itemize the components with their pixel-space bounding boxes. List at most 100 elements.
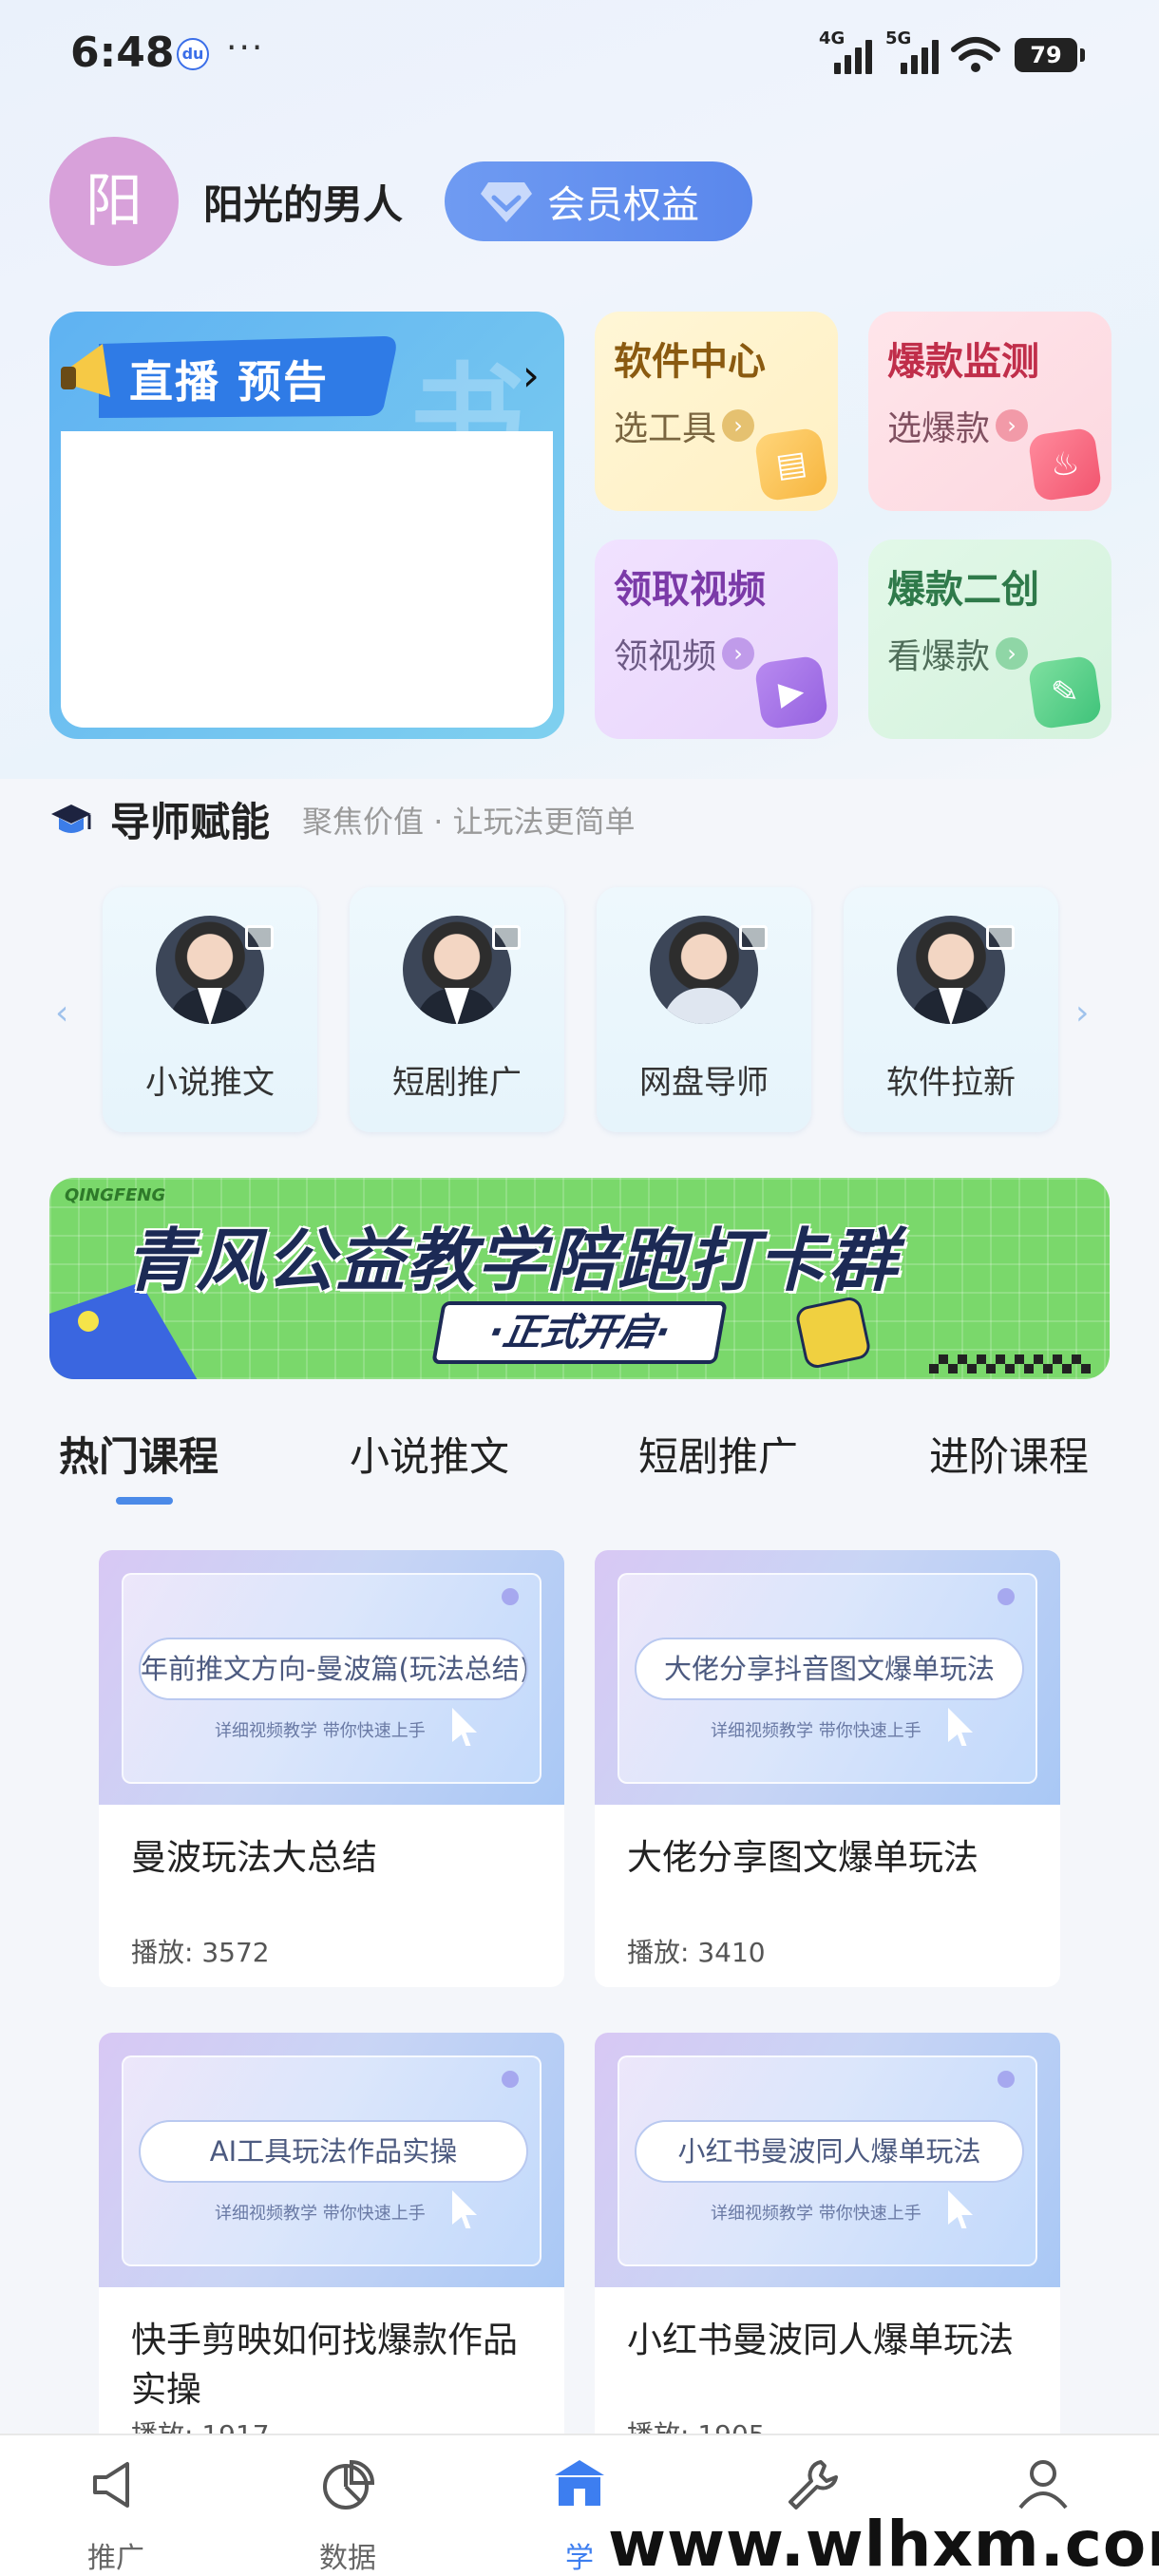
chevron-right-icon: › bbox=[722, 637, 755, 670]
status-bar: 6:48 du ··· 4G 5G 79 bbox=[0, 0, 1159, 104]
feature-software-center[interactable]: 软件中心 选工具 › ▤ bbox=[595, 312, 838, 511]
live-content-area bbox=[61, 431, 553, 728]
vip-label: 会员权益 bbox=[547, 183, 699, 227]
chevron-right-icon: › bbox=[996, 409, 1029, 442]
live-arrow-icon[interactable]: › bbox=[522, 350, 540, 401]
edit-note-icon: ✎ bbox=[1027, 654, 1103, 730]
feature-title: 领取视频 bbox=[614, 568, 766, 612]
cursor-icon bbox=[452, 2190, 477, 2228]
chevron-right-icon: › bbox=[722, 409, 755, 442]
diamond-icon bbox=[481, 182, 532, 222]
mentor-name: 短剧推广 bbox=[392, 1064, 522, 1102]
banner-small-text: QINGFENG bbox=[65, 1185, 166, 1205]
feature-title: 软件中心 bbox=[614, 340, 766, 384]
battery-indicator: 79 bbox=[1015, 38, 1085, 72]
mentor-card-novel[interactable]: 小说推文 bbox=[103, 887, 317, 1132]
mentor-name: 软件拉新 bbox=[886, 1064, 1016, 1102]
video-tag-icon bbox=[986, 925, 1015, 950]
live-title: 直播 预告 bbox=[129, 356, 330, 407]
course-thumbnail: 年前推文方向-曼波篇(玩法总结) 详细视频教学 带你快速上手 bbox=[99, 1550, 564, 1805]
nav-label: 推广 bbox=[87, 2542, 144, 2575]
person-icon bbox=[1018, 2460, 1068, 2510]
feature-title: 爆款二创 bbox=[887, 568, 1039, 612]
course-plays: 播放: 3572 bbox=[131, 1937, 270, 1968]
toolbox-icon: ▤ bbox=[753, 426, 829, 502]
feature-subtitle: 领视频 bbox=[614, 637, 717, 676]
signal-bars-icon-2 bbox=[901, 36, 939, 74]
username: 阳光的男人 bbox=[203, 181, 404, 228]
course-thumbnail: 小红书曼波同人爆单玩法 详细视频教学 带你快速上手 bbox=[595, 2033, 1060, 2287]
cursor-icon bbox=[452, 1708, 477, 1746]
course-title: 曼波玩法大总结 bbox=[131, 1837, 377, 1878]
feature-title: 爆款监测 bbox=[887, 340, 1039, 384]
banner-headline: 青风公益教学陪跑打卡群 bbox=[125, 1221, 900, 1300]
course-card[interactable]: 年前推文方向-曼波篇(玩法总结) 详细视频教学 带你快速上手 曼波玩法大总结 播… bbox=[99, 1550, 564, 1987]
megaphone-icon bbox=[93, 2462, 129, 2508]
vip-benefits-button[interactable]: 会员权益 bbox=[445, 161, 752, 241]
mentor-card-software[interactable]: 软件拉新 bbox=[844, 887, 1058, 1132]
mentor-name: 小说推文 bbox=[145, 1064, 275, 1102]
thumb-hint: 详细视频教学 带你快速上手 bbox=[215, 2204, 426, 2224]
nav-promote[interactable]: 推广 bbox=[40, 2435, 192, 2576]
mentor-name: 网盘导师 bbox=[639, 1064, 769, 1102]
chevron-left-icon[interactable]: ‹ bbox=[55, 994, 68, 1032]
thumb-hint: 详细视频教学 带你快速上手 bbox=[711, 1721, 922, 1741]
school-icon bbox=[555, 2460, 604, 2506]
graduation-cap-icon bbox=[51, 804, 91, 833]
pie-chart-icon bbox=[323, 2459, 375, 2510]
course-card[interactable]: 大佬分享抖音图文爆单玩法 详细视频教学 带你快速上手 大佬分享图文爆单玩法 播放… bbox=[595, 1550, 1060, 1987]
promo-banner[interactable]: QINGFENG 青风公益教学陪跑打卡群 ·正式开启· bbox=[49, 1178, 1110, 1379]
feature-hot-monitor[interactable]: 爆款监测 选爆款 › ♨ bbox=[868, 312, 1112, 511]
thumb-title: 大佬分享抖音图文爆单玩法 bbox=[635, 1638, 1024, 1700]
course-title: 快手剪映如何找爆款作品实操 bbox=[131, 2320, 518, 2410]
avatar[interactable]: 阳 bbox=[49, 137, 179, 266]
mentor-card-drama[interactable]: 短剧推广 bbox=[350, 887, 564, 1132]
status-time: 6:48 bbox=[70, 28, 175, 77]
banner-pill: ·正式开启· bbox=[431, 1301, 728, 1364]
banner-dot bbox=[78, 1311, 99, 1332]
video-tag-icon bbox=[739, 925, 768, 950]
course-plays: 播放: 3410 bbox=[627, 1937, 766, 1968]
video-tag-icon bbox=[492, 925, 521, 950]
site-watermark: www.wlhxm.com bbox=[608, 2508, 1159, 2576]
mentor-card-netdisk[interactable]: 网盘导师 bbox=[597, 887, 811, 1132]
thumb-title: 年前推文方向-曼波篇(玩法总结) bbox=[139, 1638, 528, 1700]
active-tab-indicator bbox=[116, 1497, 173, 1505]
thumb-title: 小红书曼波同人爆单玩法 bbox=[635, 2120, 1024, 2183]
feature-remix[interactable]: 爆款二创 看爆款 › ✎ bbox=[868, 540, 1112, 739]
mentor-section-header: 导师赋能 聚焦价值 · 让玩法更简单 bbox=[49, 790, 636, 848]
wifi-icon bbox=[951, 37, 1000, 72]
tab-drama[interactable]: 短剧推广 bbox=[638, 1425, 798, 1483]
course-card[interactable]: AI工具玩法作品实操 详细视频教学 带你快速上手 快手剪映如何找爆款作品实操 播… bbox=[99, 2033, 564, 2470]
mentor-section-title: 导师赋能 bbox=[110, 799, 271, 845]
tab-advanced[interactable]: 进阶课程 bbox=[929, 1425, 1089, 1483]
nav-data[interactable]: 数据 bbox=[272, 2435, 424, 2576]
course-tabs: 热门课程 小说推文 短剧推广 进阶课程 bbox=[0, 1425, 1159, 1501]
chevron-right-icon[interactable]: › bbox=[1075, 994, 1089, 1032]
tab-novel[interactable]: 小说推文 bbox=[350, 1425, 509, 1483]
thumb-title: AI工具玩法作品实操 bbox=[139, 2120, 528, 2183]
cursor-icon bbox=[948, 2190, 973, 2228]
course-card[interactable]: 小红书曼波同人爆单玩法 详细视频教学 带你快速上手 小红书曼波同人爆单玩法 播放… bbox=[595, 2033, 1060, 2470]
course-title: 小红书曼波同人爆单玩法 bbox=[627, 2320, 1014, 2360]
tab-hot-courses[interactable]: 热门课程 bbox=[59, 1425, 218, 1483]
live-preview-card[interactable]: 书 直播 预告 › bbox=[49, 312, 564, 739]
thumb-hint: 详细视频教学 带你快速上手 bbox=[711, 2204, 922, 2224]
baidu-app-icon: du bbox=[177, 38, 209, 70]
mentor-section-subtitle: 聚焦价值 · 让玩法更简单 bbox=[302, 803, 636, 840]
chevron-right-icon: › bbox=[996, 637, 1029, 670]
video-tag-icon bbox=[245, 925, 274, 950]
signal-bars-icon bbox=[834, 36, 872, 74]
megaphone-icon bbox=[61, 344, 110, 397]
feature-subtitle: 看爆款 bbox=[887, 637, 991, 676]
status-more: ··· bbox=[226, 28, 265, 67]
nav-label: 数据 bbox=[319, 2542, 376, 2575]
video-folder-icon: ▶ bbox=[753, 654, 829, 730]
wrench-icon bbox=[788, 2460, 838, 2510]
feature-get-video[interactable]: 领取视频 领视频 › ▶ bbox=[595, 540, 838, 739]
course-thumbnail: 大佬分享抖音图文爆单玩法 详细视频教学 带你快速上手 bbox=[595, 1550, 1060, 1805]
banner-checker bbox=[929, 1354, 1091, 1373]
fist-icon bbox=[793, 1295, 873, 1371]
course-thumbnail: AI工具玩法作品实操 详细视频教学 带你快速上手 bbox=[99, 2033, 564, 2287]
feature-subtitle: 选爆款 bbox=[887, 409, 991, 448]
